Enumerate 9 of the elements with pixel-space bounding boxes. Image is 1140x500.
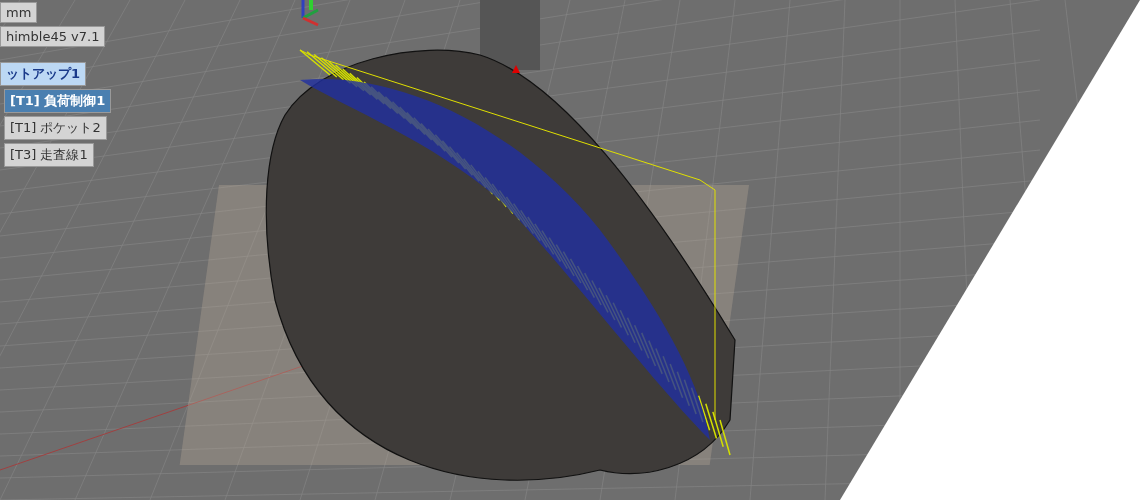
tree-item[interactable]: mm [0,2,38,23]
tree-item[interactable]: [T1] ポケット2 [4,116,107,140]
tree-item[interactable]: ットアップ1 [0,62,87,86]
tree-item[interactable]: [T3] 走査線1 [4,143,94,167]
axis-triad-icon [301,0,319,27]
tree-item[interactable]: [T1] 負荷制御1 [4,89,112,113]
tree-item[interactable]: himble45 v7.1 [0,26,106,47]
marker-icon [512,65,520,73]
tool-holder [480,0,540,70]
